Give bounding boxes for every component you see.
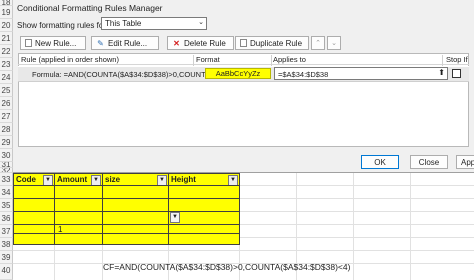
rule-formula: Formula: =AND(COUNTA($A$34:$D$38)>0,COUN… [32, 70, 212, 79]
column-header-applies-to: Applies to [273, 55, 306, 64]
row-header-24[interactable]: 24 [0, 71, 13, 84]
column-header-rule: Rule (applied in order shown) [21, 55, 119, 64]
move-up-button[interactable]: ⌃ [311, 36, 325, 50]
row-header-25[interactable]: 25 [0, 84, 13, 97]
row-header-39[interactable]: 39 [0, 251, 13, 264]
table-row-divider [13, 198, 240, 199]
duplicate-icon [240, 39, 247, 47]
row-header-28[interactable]: 28 [0, 123, 13, 136]
row-header-22[interactable]: 22 [0, 45, 13, 58]
applies-to-field[interactable]: =$A$34:$D$38 ⬆ [274, 67, 448, 80]
row-header-26[interactable]: 26 [0, 97, 13, 110]
cell-dropdown-icon[interactable]: ▼ [170, 212, 180, 223]
column-header-stop-if: Stop If [446, 55, 468, 64]
show-rules-value: This Table [105, 19, 142, 28]
table-cell[interactable] [102, 185, 169, 245]
edit-rule-icon: ✎ [97, 38, 104, 48]
new-rule-button[interactable]: New Rule... [20, 36, 86, 50]
move-down-button[interactable]: ⌄ [327, 36, 341, 50]
chevron-down-icon: ⌄ [331, 40, 337, 47]
row-header-23[interactable]: 23 [0, 58, 13, 71]
row-header-27[interactable]: 27 [0, 110, 13, 123]
row-header-20[interactable]: 20 [0, 19, 13, 32]
show-rules-label: Show formatting rules for: [17, 21, 109, 30]
range-picker-icon[interactable]: ⬆ [438, 68, 445, 77]
formula-note: CF=AND(COUNTA($A$34:$D$38)>0,COUNTA($A$3… [103, 262, 351, 272]
row-header-19[interactable]: 19 [0, 6, 13, 19]
row-header-21[interactable]: 21 [0, 32, 13, 45]
row-header-34[interactable]: 34 [0, 186, 13, 199]
row-header-33[interactable]: 33 [0, 173, 13, 186]
edit-rule-button[interactable]: ✎ Edit Rule... [91, 36, 159, 50]
row-header-29[interactable]: 29 [0, 136, 13, 149]
row-header-37[interactable]: 37 [0, 225, 13, 238]
conditional-formatting-dialog: Conditional Formatting Rules Manager Sho… [13, 0, 474, 173]
table-row-divider [13, 233, 240, 234]
table-row-divider [13, 224, 240, 225]
stop-if-true-checkbox[interactable] [452, 69, 461, 78]
list-header-divider [18, 64, 469, 65]
row-header-35[interactable]: 35 [0, 199, 13, 212]
close-button[interactable]: Close [410, 155, 448, 169]
apply-button[interactable]: Apply [456, 155, 474, 169]
gridline [13, 250, 474, 251]
column-header-format: Format [196, 55, 220, 64]
delete-icon: ✕ [173, 38, 180, 48]
chevron-up-icon: ⌃ [315, 40, 321, 47]
cell-value[interactable]: 1 [58, 225, 62, 234]
format-preview: AaBbCcYyZz [205, 68, 271, 79]
duplicate-rule-button[interactable]: Duplicate Rule [235, 36, 309, 50]
table-row-divider [13, 211, 240, 212]
delete-rule-button[interactable]: ✕ Delete Rule [167, 36, 234, 50]
dialog-title: Conditional Formatting Rules Manager [17, 3, 163, 13]
new-rule-icon [25, 39, 32, 47]
table-cell[interactable] [13, 185, 55, 245]
row-header-36[interactable]: 36 [0, 212, 13, 225]
ok-button[interactable]: OK [361, 155, 399, 169]
row-header-40[interactable]: 40 [0, 264, 13, 280]
table-cell[interactable] [54, 185, 103, 245]
rule-row[interactable]: Formula: =AND(COUNTA($A$34:$D$38)>0,COUN… [18, 66, 469, 82]
chevron-down-icon: ⌄ [198, 19, 204, 26]
row-header-30[interactable]: 30 [0, 149, 13, 162]
show-rules-select[interactable]: This Table ⌄ [101, 17, 207, 30]
row-header-38[interactable]: 38 [0, 238, 13, 251]
